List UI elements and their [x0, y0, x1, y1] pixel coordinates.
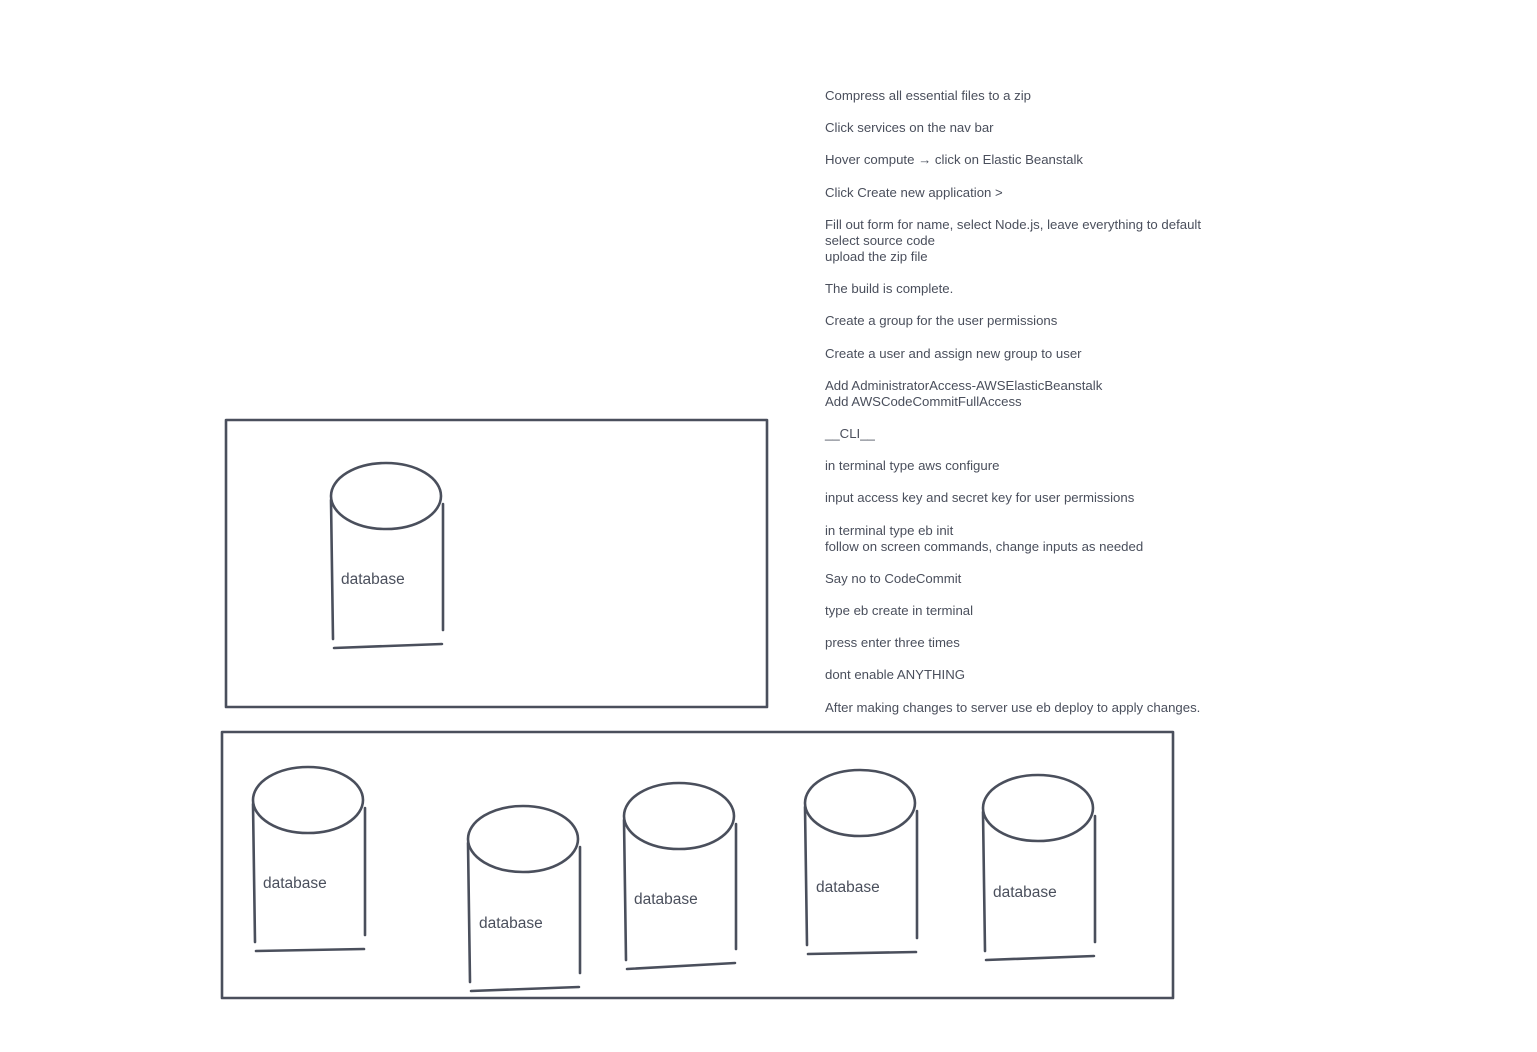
- note-item: in terminal type aws configure: [825, 458, 1295, 474]
- note-line: Compress all essential files to a zip: [825, 88, 1031, 103]
- database-cylinder: database: [329, 461, 445, 650]
- note-line: After making changes to server use eb de…: [825, 699, 1201, 715]
- note-item: Create a user and assign new group to us…: [825, 346, 1295, 362]
- note-item: Click Create new application >: [825, 185, 1295, 201]
- note-item: press enter three times: [825, 635, 1295, 651]
- cylinder-bottom: [625, 961, 737, 971]
- database-label: database: [341, 571, 405, 588]
- note-line: upload the zip file: [825, 248, 928, 264]
- cylinder-top: [466, 804, 580, 874]
- note-item: The build is complete.: [825, 281, 1295, 297]
- database-label: database: [816, 879, 880, 896]
- cylinder-left-side: [622, 818, 628, 962]
- note-line: Say no to CodeCommit: [825, 570, 962, 586]
- note-item: in terminal type eb init follow on screen…: [825, 523, 1295, 555]
- cylinder-bottom: [984, 954, 1096, 962]
- cylinder-left-side: [803, 805, 809, 947]
- note-line: Add AdministratorAccess-AWSElasticBeanst…: [825, 377, 1103, 393]
- cylinder-top: [329, 461, 443, 531]
- note-line: Click services on the nav bar: [825, 120, 994, 136]
- database-label: database: [634, 891, 698, 908]
- note-line: follow on screen commands, change inputs…: [825, 538, 1144, 554]
- note-line: select source code: [825, 232, 935, 248]
- note-item: Compress all essential files to a zip: [825, 88, 1295, 104]
- note-item: Add AdministratorAccess-AWSElasticBeanst…: [825, 378, 1295, 410]
- note-item: __CLI__: [825, 426, 1295, 442]
- note-line: Create a group for the user permissions: [825, 313, 1058, 329]
- note-line: input access key and secret key for user…: [825, 490, 1135, 506]
- cylinder-bottom: [254, 947, 366, 953]
- cylinder-left-side: [329, 498, 335, 641]
- database-cylinder: database: [466, 804, 582, 993]
- cylinder-bottom: [806, 950, 918, 956]
- note-line: press enter three times: [825, 635, 960, 651]
- database-cylinder: database: [981, 773, 1097, 962]
- note-line: in terminal type eb init: [825, 522, 954, 538]
- cylinder-top: [981, 773, 1095, 843]
- cylinder-left-side: [251, 802, 257, 944]
- database-label: database: [479, 915, 543, 932]
- deployment-notes: Compress all essential files to a zip Cli…: [825, 88, 1295, 732]
- cylinder-bottom: [469, 985, 581, 993]
- note-item: type eb create in terminal: [825, 603, 1295, 619]
- cylinder-top: [251, 765, 365, 835]
- note-line: dont enable ANYTHING: [825, 667, 966, 683]
- note-line: Create a user and assign new group to us…: [825, 345, 1082, 361]
- cylinder-left-side: [466, 841, 472, 984]
- note-line: Add AWSCodeCommitFullAccess: [825, 393, 1022, 409]
- note-item: Fill out form for name, select Node.js, …: [825, 217, 1295, 265]
- database-label: database: [263, 875, 327, 892]
- note-item: dont enable ANYTHING: [825, 667, 1295, 683]
- note-item: Click services on the nav bar: [825, 120, 1295, 136]
- note-line: The build is complete.: [825, 281, 954, 297]
- note-line: __CLI__: [825, 425, 875, 441]
- database-label: database: [993, 884, 1057, 901]
- database-cylinder: database: [803, 768, 919, 956]
- cylinder-top: [622, 781, 736, 851]
- cylinder-left-side: [981, 810, 987, 953]
- note-item: Create a group for the user permissions: [825, 313, 1295, 329]
- database-cylinder: database: [251, 765, 367, 953]
- cylinder-bottom: [332, 642, 444, 650]
- note-line: Hover compute → click on Elastic Beansta…: [825, 152, 1083, 168]
- note-item: Hover compute → click on Elastic Beansta…: [825, 152, 1295, 168]
- note-item: input access key and secret key for user…: [825, 490, 1295, 506]
- note-item: After making changes to server use eb de…: [825, 700, 1295, 716]
- note-line: Fill out form for name, select Node.js, …: [825, 216, 1202, 232]
- note-line: type eb create in terminal: [825, 603, 974, 618]
- note-line: Click Create new application >: [825, 184, 1003, 200]
- single-db-group-frame: [224, 418, 769, 709]
- note-line: in terminal type aws configure: [825, 458, 1000, 474]
- note-item: Say no to CodeCommit: [825, 571, 1295, 587]
- database-cylinder: database: [622, 781, 738, 971]
- cylinder-top: [803, 768, 917, 838]
- diagram-canvas: database database database database database…: [220, 418, 1175, 1000]
